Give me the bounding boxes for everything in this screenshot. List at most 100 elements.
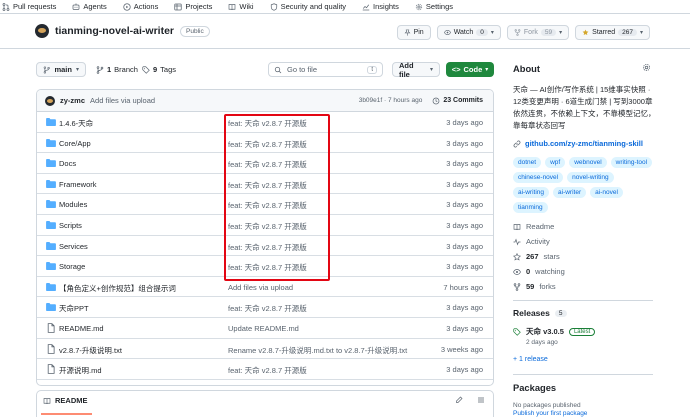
topic-tag[interactable]: chinese-novel: [513, 172, 564, 183]
file-name[interactable]: 1.4.6-天命: [59, 118, 93, 129]
folder-icon: [46, 179, 56, 188]
stars-link[interactable]: 267 stars: [513, 252, 560, 261]
pencil-icon[interactable]: [455, 396, 463, 404]
file-name[interactable]: 【角色定义+创作规范】组合提示词: [59, 283, 176, 294]
file-name[interactable]: README.md: [59, 324, 104, 333]
readme-tab[interactable]: README: [41, 396, 91, 415]
packages-title[interactable]: Packages: [513, 383, 556, 393]
file-row[interactable]: 天命PPT feat: 天命 v2.8.7 开源版 3 days ago: [37, 297, 493, 318]
nav-settings[interactable]: Settings: [415, 2, 453, 11]
about-title: About: [513, 64, 540, 74]
topic-tag[interactable]: ai-novel: [590, 187, 623, 198]
commit-author[interactable]: zy-zmc: [60, 96, 85, 105]
branch-select[interactable]: main ▾: [36, 62, 86, 77]
nav-projects[interactable]: Projects: [174, 2, 212, 11]
branches-link[interactable]: 1 Branch: [96, 65, 138, 74]
gear-icon[interactable]: [642, 63, 651, 72]
topic-tag[interactable]: webnovel: [569, 157, 607, 168]
pin-button[interactable]: Pin: [396, 25, 431, 40]
code-button[interactable]: <> Code ▾: [446, 62, 494, 77]
readme-link[interactable]: Readme: [513, 222, 554, 231]
file-commit-message[interactable]: feat: 天命 v2.8.7 开源版: [228, 365, 307, 376]
author-avatar[interactable]: [45, 95, 55, 106]
file-name[interactable]: Modules: [59, 200, 87, 209]
file-row[interactable]: Services feat: 天命 v2.8.7 开源版 3 days ago: [37, 236, 493, 257]
go-to-file-input[interactable]: Go to file t: [268, 62, 383, 77]
starred-button[interactable]: Starred 267 ▾: [575, 25, 650, 40]
file-name[interactable]: 天命PPT: [59, 303, 89, 314]
file-row[interactable]: Framework feat: 天命 v2.8.7 开源版 3 days ago: [37, 174, 493, 195]
file-row[interactable]: 开源说明.md feat: 天命 v2.8.7 开源版 3 days ago: [37, 359, 493, 380]
file-row[interactable]: Modules feat: 天命 v2.8.7 开源版 3 days ago: [37, 194, 493, 215]
topic-tag[interactable]: wpf: [545, 157, 566, 168]
file-row[interactable]: v2.8.7-升级说明.txt Rename v2.8.7-升级说明.md.txt…: [37, 339, 493, 360]
topic-tag[interactable]: novel-writing: [567, 172, 614, 183]
watch-button[interactable]: Watch 0 ▾: [436, 25, 501, 40]
graph-icon: [362, 4, 370, 10]
file-commit-message[interactable]: feat: 天命 v2.8.7 开源版: [228, 180, 307, 191]
tags-link[interactable]: 9 Tags: [142, 65, 176, 74]
topic-tag[interactable]: tianming: [513, 202, 548, 213]
file-commit-message[interactable]: feat: 天命 v2.8.7 开源版: [228, 303, 307, 314]
publish-package-link[interactable]: Publish your first package: [513, 410, 587, 417]
pin-icon: [404, 29, 410, 36]
activity-link[interactable]: Activity: [513, 237, 550, 246]
releases-title[interactable]: Releases 5: [513, 308, 567, 318]
nav-agents[interactable]: Agents: [72, 2, 107, 11]
file-name[interactable]: Scripts: [59, 221, 82, 230]
file-name[interactable]: Services: [59, 242, 88, 251]
file-commit-message[interactable]: feat: 天命 v2.8.7 开源版: [228, 221, 307, 232]
fork-button[interactable]: Fork 59 ▾: [506, 25, 570, 40]
list-icon[interactable]: [477, 396, 485, 404]
file-row[interactable]: Scripts feat: 天命 v2.8.7 开源版 3 days ago: [37, 215, 493, 236]
watch-count: 0: [476, 29, 488, 36]
owner-avatar[interactable]: [35, 24, 49, 38]
branch-icon: [43, 65, 50, 74]
file-row[interactable]: README.md Update README.md 3 days ago: [37, 318, 493, 339]
file-row[interactable]: 【角色定义+创作规范】组合提示词 Add files via upload 7 ho…: [37, 277, 493, 298]
eye-icon: [443, 30, 451, 35]
commit-message[interactable]: Add files via upload: [90, 96, 155, 105]
nav-wiki[interactable]: Wiki: [228, 2, 254, 11]
file-commit-message[interactable]: feat: 天命 v2.8.7 开源版: [228, 200, 307, 211]
more-releases-link[interactable]: + 1 release: [513, 356, 548, 363]
file-row[interactable]: 1.4.6-天命 feat: 天命 v2.8.7 开源版 3 days ago: [37, 112, 493, 133]
nav-insights[interactable]: Insights: [362, 2, 399, 11]
file-age: 3 days ago: [446, 365, 483, 375]
file-row[interactable]: Docs feat: 天命 v2.8.7 开源版 3 days ago: [37, 153, 493, 174]
file-name[interactable]: 开源说明.md: [59, 365, 102, 376]
file-name[interactable]: Docs: [59, 159, 76, 168]
file-name[interactable]: v2.8.7-升级说明.txt: [59, 345, 122, 356]
file-commit-message[interactable]: Update README.md: [228, 324, 299, 333]
file-commit-message[interactable]: feat: 天命 v2.8.7 开源版: [228, 139, 307, 150]
nav-security[interactable]: Security and quality: [270, 2, 346, 11]
topic-tag[interactable]: dotnet: [513, 157, 542, 168]
commit-hash-time[interactable]: 3b09e1f · 7 hours ago: [359, 97, 423, 104]
file-name[interactable]: Framework: [59, 180, 97, 189]
file-commit-message[interactable]: feat: 天命 v2.8.7 开源版: [228, 242, 307, 253]
topic-tag[interactable]: writing-tool: [610, 157, 653, 168]
topic-tag[interactable]: ai-writing: [513, 187, 550, 198]
nav-pull-requests[interactable]: Pull requests: [2, 2, 56, 11]
file-commit-message[interactable]: Add files via upload: [228, 283, 293, 292]
latest-release[interactable]: 天命 v3.0.5 Latest 2 days ago: [513, 326, 596, 346]
file-name[interactable]: Core/App: [59, 139, 91, 148]
file-commit-message[interactable]: feat: 天命 v2.8.7 开源版: [228, 159, 307, 170]
file-row[interactable]: Core/App feat: 天命 v2.8.7 开源版 3 days ago: [37, 133, 493, 154]
add-file-button[interactable]: Add file ▾: [392, 61, 440, 79]
topic-tag[interactable]: ai-writer: [553, 187, 587, 198]
table-icon: [174, 3, 182, 10]
file-name[interactable]: Storage: [59, 262, 85, 271]
nav-actions[interactable]: Actions: [123, 2, 158, 11]
forks-link[interactable]: 59 forks: [513, 282, 556, 291]
homepage-link[interactable]: github.com/zy-zmc/tianming-skill: [513, 139, 643, 148]
file-commit-message[interactable]: feat: 天命 v2.8.7 开源版: [228, 118, 307, 129]
repo-name[interactable]: tianming-novel-ai-writer: [55, 25, 174, 37]
watchers-link[interactable]: 0 watching: [513, 267, 565, 276]
file-commit-message[interactable]: Rename v2.8.7-升级说明.md.txt to v2.8.7-升级说明…: [228, 345, 407, 356]
file-commit-message[interactable]: feat: 天命 v2.8.7 开源版: [228, 262, 307, 273]
file-row[interactable]: Storage feat: 天命 v2.8.7 开源版 3 days ago: [37, 256, 493, 277]
file-browser: zy-zmc Add files via upload 3b09e1f · 7 …: [36, 89, 494, 386]
pull-request-icon: [2, 2, 10, 11]
commits-link[interactable]: 23 Commits: [432, 97, 483, 105]
